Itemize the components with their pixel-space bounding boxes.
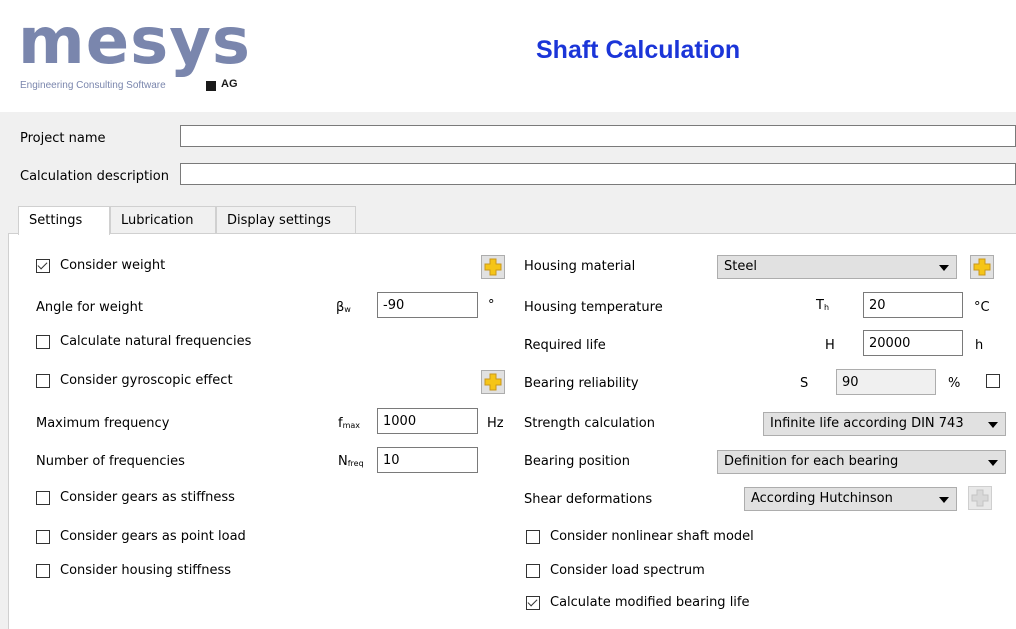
- angle-weight-label: Angle for weight: [36, 300, 143, 315]
- number-of-frequencies-input[interactable]: [377, 447, 478, 473]
- plus-icon: [971, 489, 989, 507]
- plus-icon: [484, 258, 502, 276]
- shear-deformations-select[interactable]: According Hutchinson: [744, 487, 957, 511]
- bearing-reliability-checkbox[interactable]: [986, 374, 1000, 388]
- required-life-input[interactable]: [863, 330, 963, 356]
- logo-square-icon: [206, 81, 216, 91]
- maximum-frequency-label: Maximum frequency: [36, 416, 170, 431]
- project-name-input[interactable]: [180, 125, 1016, 147]
- gears-point-load-label: Consider gears as point load: [60, 529, 246, 544]
- logo-tagline: Engineering Consulting Software: [20, 80, 166, 91]
- required-life-unit: h: [975, 338, 984, 353]
- gears-point-load-checkbox[interactable]: [36, 530, 50, 544]
- housing-stiffness-checkbox[interactable]: [36, 564, 50, 578]
- tab-display-settings-label: Display settings: [227, 213, 331, 228]
- tab-lubrication[interactable]: Lubrication: [110, 206, 216, 233]
- nonlinear-shaft-checkbox[interactable]: [526, 530, 540, 544]
- tab-bar: Settings Lubrication Display settings: [18, 206, 418, 235]
- maximum-frequency-symbol: fmax: [338, 416, 361, 431]
- calculate-natural-frequencies-label: Calculate natural frequencies: [60, 334, 252, 349]
- housing-temperature-unit: °C: [974, 300, 990, 315]
- bearing-position-select[interactable]: Definition for each bearing: [717, 450, 1006, 474]
- bearing-reliability-label: Bearing reliability: [524, 376, 639, 391]
- number-of-frequencies-label: Number of frequencies: [36, 454, 185, 469]
- maximum-frequency-input[interactable]: [377, 408, 478, 434]
- housing-temperature-label: Housing temperature: [524, 300, 663, 315]
- calculate-natural-frequencies-checkbox[interactable]: [36, 335, 50, 349]
- maximum-frequency-unit: Hz: [487, 416, 504, 431]
- housing-material-label: Housing material: [524, 259, 636, 274]
- bearing-position-label: Bearing position: [524, 454, 630, 469]
- strength-calculation-value: Infinite life according DIN 743: [770, 416, 964, 431]
- bearing-position-value: Definition for each bearing: [724, 454, 899, 469]
- tab-display-settings[interactable]: Display settings: [216, 206, 356, 233]
- gears-stiffness-checkbox[interactable]: [36, 491, 50, 505]
- tab-settings[interactable]: Settings: [18, 206, 110, 235]
- bearing-reliability-symbol: S: [800, 376, 809, 391]
- required-life-label: Required life: [524, 338, 606, 353]
- modified-bearing-life-checkbox[interactable]: [526, 596, 540, 610]
- chevron-down-icon: [988, 460, 998, 466]
- logo-ag: AG: [221, 78, 238, 90]
- chevron-down-icon: [939, 265, 949, 271]
- tab-lubrication-label: Lubrication: [121, 213, 194, 228]
- page-title: Shaft Calculation: [536, 36, 741, 64]
- consider-gyroscopic-label: Consider gyroscopic effect: [60, 373, 233, 388]
- angle-weight-input[interactable]: [377, 292, 478, 318]
- consider-weight-label: Consider weight: [60, 258, 166, 273]
- required-life-symbol: H: [825, 338, 835, 353]
- consider-weight-checkbox[interactable]: [36, 259, 50, 273]
- project-name-label: Project name: [20, 131, 106, 146]
- housing-material-value: Steel: [724, 259, 757, 274]
- consider-gyroscopic-checkbox[interactable]: [36, 374, 50, 388]
- gears-stiffness-label: Consider gears as stiffness: [60, 490, 235, 505]
- bearing-reliability-unit: %: [948, 376, 961, 391]
- housing-temperature-symbol: Th: [816, 298, 830, 313]
- load-spectrum-checkbox[interactable]: [526, 564, 540, 578]
- angle-weight-unit: °: [488, 298, 495, 313]
- calculation-description-input[interactable]: [180, 163, 1016, 185]
- consider-weight-options-button[interactable]: [481, 255, 505, 279]
- plus-icon: [484, 373, 502, 391]
- chevron-down-icon: [988, 422, 998, 428]
- chevron-down-icon: [939, 497, 949, 503]
- shear-deformations-value: According Hutchinson: [751, 491, 893, 506]
- load-spectrum-label: Consider load spectrum: [550, 563, 705, 578]
- plus-icon: [973, 258, 991, 276]
- tab-settings-label: Settings: [29, 213, 83, 228]
- number-of-frequencies-symbol: Nfreq: [338, 454, 364, 469]
- angle-weight-symbol: βw: [336, 300, 351, 315]
- housing-material-add-button[interactable]: [970, 255, 994, 279]
- housing-stiffness-label: Consider housing stiffness: [60, 563, 232, 578]
- logo-wordmark: mesys: [18, 5, 251, 79]
- nonlinear-shaft-label: Consider nonlinear shaft model: [550, 529, 754, 544]
- modified-bearing-life-label: Calculate modified bearing life: [550, 595, 750, 610]
- calculation-description-label: Calculation description: [20, 169, 169, 184]
- shear-deformations-add-button[interactable]: [968, 486, 992, 510]
- gyroscopic-options-button[interactable]: [481, 370, 505, 394]
- bearing-reliability-input[interactable]: [836, 369, 936, 395]
- housing-temperature-input[interactable]: [863, 292, 963, 318]
- strength-calculation-label: Strength calculation: [524, 416, 655, 431]
- strength-calculation-select[interactable]: Infinite life according DIN 743: [763, 412, 1006, 436]
- shear-deformations-label: Shear deformations: [524, 492, 653, 507]
- housing-material-select[interactable]: Steel: [717, 255, 957, 279]
